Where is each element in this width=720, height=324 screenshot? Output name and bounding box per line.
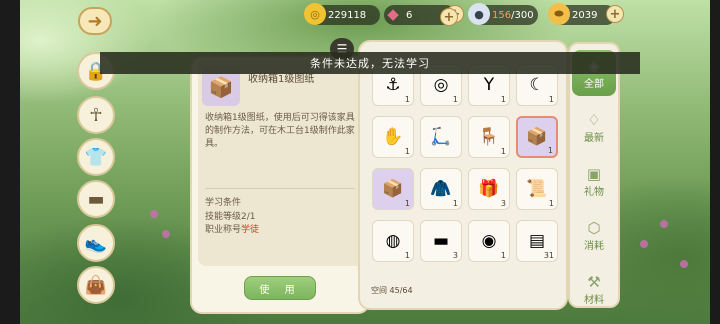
currency-gold: ◎ 229118	[304, 3, 380, 25]
screen-edge-right	[710, 0, 720, 324]
jacket-icon: 🧥	[430, 179, 452, 199]
shirt-icon: 👕	[84, 146, 108, 168]
add-ticket-button[interactable]: +	[606, 5, 624, 23]
inventory-slot-pizza[interactable]: ◉ 1	[468, 220, 510, 262]
requirement-skill: 技能等级2/1	[205, 212, 256, 222]
box-blueprint-icon: 📦	[526, 127, 548, 147]
inventory-slot-metal-bar[interactable]: ▤ 31	[516, 220, 558, 262]
flower-decoration	[660, 220, 668, 228]
category-icon: ▣	[586, 164, 602, 183]
inventory-space: 空间 45/64	[371, 286, 413, 295]
item-count: 1	[452, 95, 458, 104]
inventory-slot-gift-box[interactable]: 🎁 3	[468, 168, 510, 210]
pizza-icon: ◉	[481, 231, 497, 251]
shorts-icon: ▬	[87, 188, 105, 210]
currency-ticket: ⬬ 2039 +	[548, 3, 624, 25]
flower-decoration	[162, 230, 170, 238]
inventory-slot-jacket[interactable]: 🧥 1	[420, 168, 462, 210]
category-tab-1[interactable]: ♢ 最新	[572, 104, 616, 150]
item-count: 3	[500, 199, 506, 208]
shoes-icon: 👟	[84, 232, 108, 254]
arrow-left-icon: ➜	[87, 10, 103, 32]
flower-decoration	[680, 260, 688, 268]
category-tab-4[interactable]: ⚒ 材料	[572, 266, 616, 312]
flower-decoration	[150, 210, 158, 218]
inventory-slot-wood-log[interactable]: ▬ 3	[420, 220, 462, 262]
box-blueprint-icon: 📦	[208, 75, 234, 99]
toast-message: 条件未达成，无法学习	[100, 52, 640, 74]
item-count: 1	[500, 147, 506, 156]
gem-icon: ◆	[387, 5, 399, 23]
item-count: 3	[452, 251, 458, 260]
inventory-slot-cheese[interactable]: ◍ 1	[372, 220, 414, 262]
item-description: 收纳箱1级图纸，使用后可习得该家具的制作方法，可在木工台1级制作此家具。	[205, 113, 355, 149]
category-tab-3[interactable]: ⬡ 消耗	[572, 212, 616, 258]
inventory-slot-chair-blueprint[interactable]: 🪑 1	[468, 116, 510, 158]
inventory-slot-glove[interactable]: ✋ 1	[372, 116, 414, 158]
category-label: 全部	[584, 78, 604, 90]
category-icon: ⚒	[587, 272, 601, 291]
inventory-slot-scooter[interactable]: 🛴	[420, 116, 462, 158]
use-button[interactable]: 使 用	[244, 276, 316, 300]
item-count: 1	[500, 251, 506, 260]
gold-coin-icon: ◎	[304, 3, 326, 25]
bag-icon: 👜	[84, 274, 108, 296]
category-label: 最新	[584, 132, 604, 144]
rope-coil-icon: ◎	[433, 75, 449, 95]
category-tab-2[interactable]: ▣ 礼物	[572, 158, 616, 204]
currency-energy: ● 156/300	[468, 3, 538, 25]
glove-icon: ✋	[382, 127, 404, 147]
item-count: 1	[404, 251, 410, 260]
item-count: 1	[547, 146, 553, 155]
category-label: 消耗	[584, 240, 604, 252]
box-blueprint-2-icon: 📦	[382, 179, 404, 199]
requirements-title: 学习条件	[205, 198, 242, 208]
item-count: 1	[404, 147, 410, 156]
side-tab-bottoms[interactable]: ▬	[77, 180, 115, 218]
side-tab-headwear[interactable]: ☥	[77, 96, 115, 134]
scooter-icon: 🛴	[430, 127, 452, 147]
side-tab-shoes[interactable]: 👟	[77, 224, 115, 262]
side-tab-tops[interactable]: 👕	[77, 138, 115, 176]
item-count: 1	[404, 95, 410, 104]
paper-scroll-icon: 📜	[526, 179, 548, 199]
item-count: 1	[500, 95, 506, 104]
screen-edge-left	[0, 0, 20, 324]
sickle-icon: ☾	[529, 75, 545, 95]
flower-decoration	[640, 240, 648, 248]
item-count: 1	[404, 199, 410, 208]
item-count: 1	[548, 199, 554, 208]
add-energy-button[interactable]: +	[440, 8, 458, 26]
cheese-icon: ◍	[385, 231, 401, 251]
rice-ball-icon: ●	[468, 3, 490, 25]
requirement-title: 职业称号学徒	[205, 225, 260, 235]
divider	[205, 188, 355, 189]
item-count: 1	[548, 95, 554, 104]
slingshot-icon: Y	[483, 75, 495, 95]
wood-log-icon: ▬	[432, 231, 450, 251]
ticket-icon: ⬬	[548, 3, 570, 25]
metal-bar-icon: ▤	[528, 231, 546, 251]
pharaoh-icon: ☥	[89, 104, 103, 126]
chair-blueprint-icon: 🪑	[478, 127, 500, 147]
inventory-slot-box-blueprint[interactable]: 📦 1	[516, 116, 558, 158]
gift-box-icon: 🎁	[478, 179, 500, 199]
category-icon: ⬡	[587, 218, 601, 237]
hook-icon: ⚓	[385, 75, 401, 95]
category-label: 礼物	[584, 186, 604, 198]
side-tab-bags[interactable]: 👜	[77, 266, 115, 304]
inventory-slot-paper-scroll[interactable]: 📜 1	[516, 168, 558, 210]
item-count: 1	[452, 199, 458, 208]
inventory-slot-box-blueprint-2[interactable]: 📦 1	[372, 168, 414, 210]
category-icon: ♢	[587, 110, 601, 129]
back-button[interactable]: ➜	[78, 7, 112, 35]
item-count: 31	[543, 251, 554, 260]
category-label: 材料	[584, 294, 604, 306]
